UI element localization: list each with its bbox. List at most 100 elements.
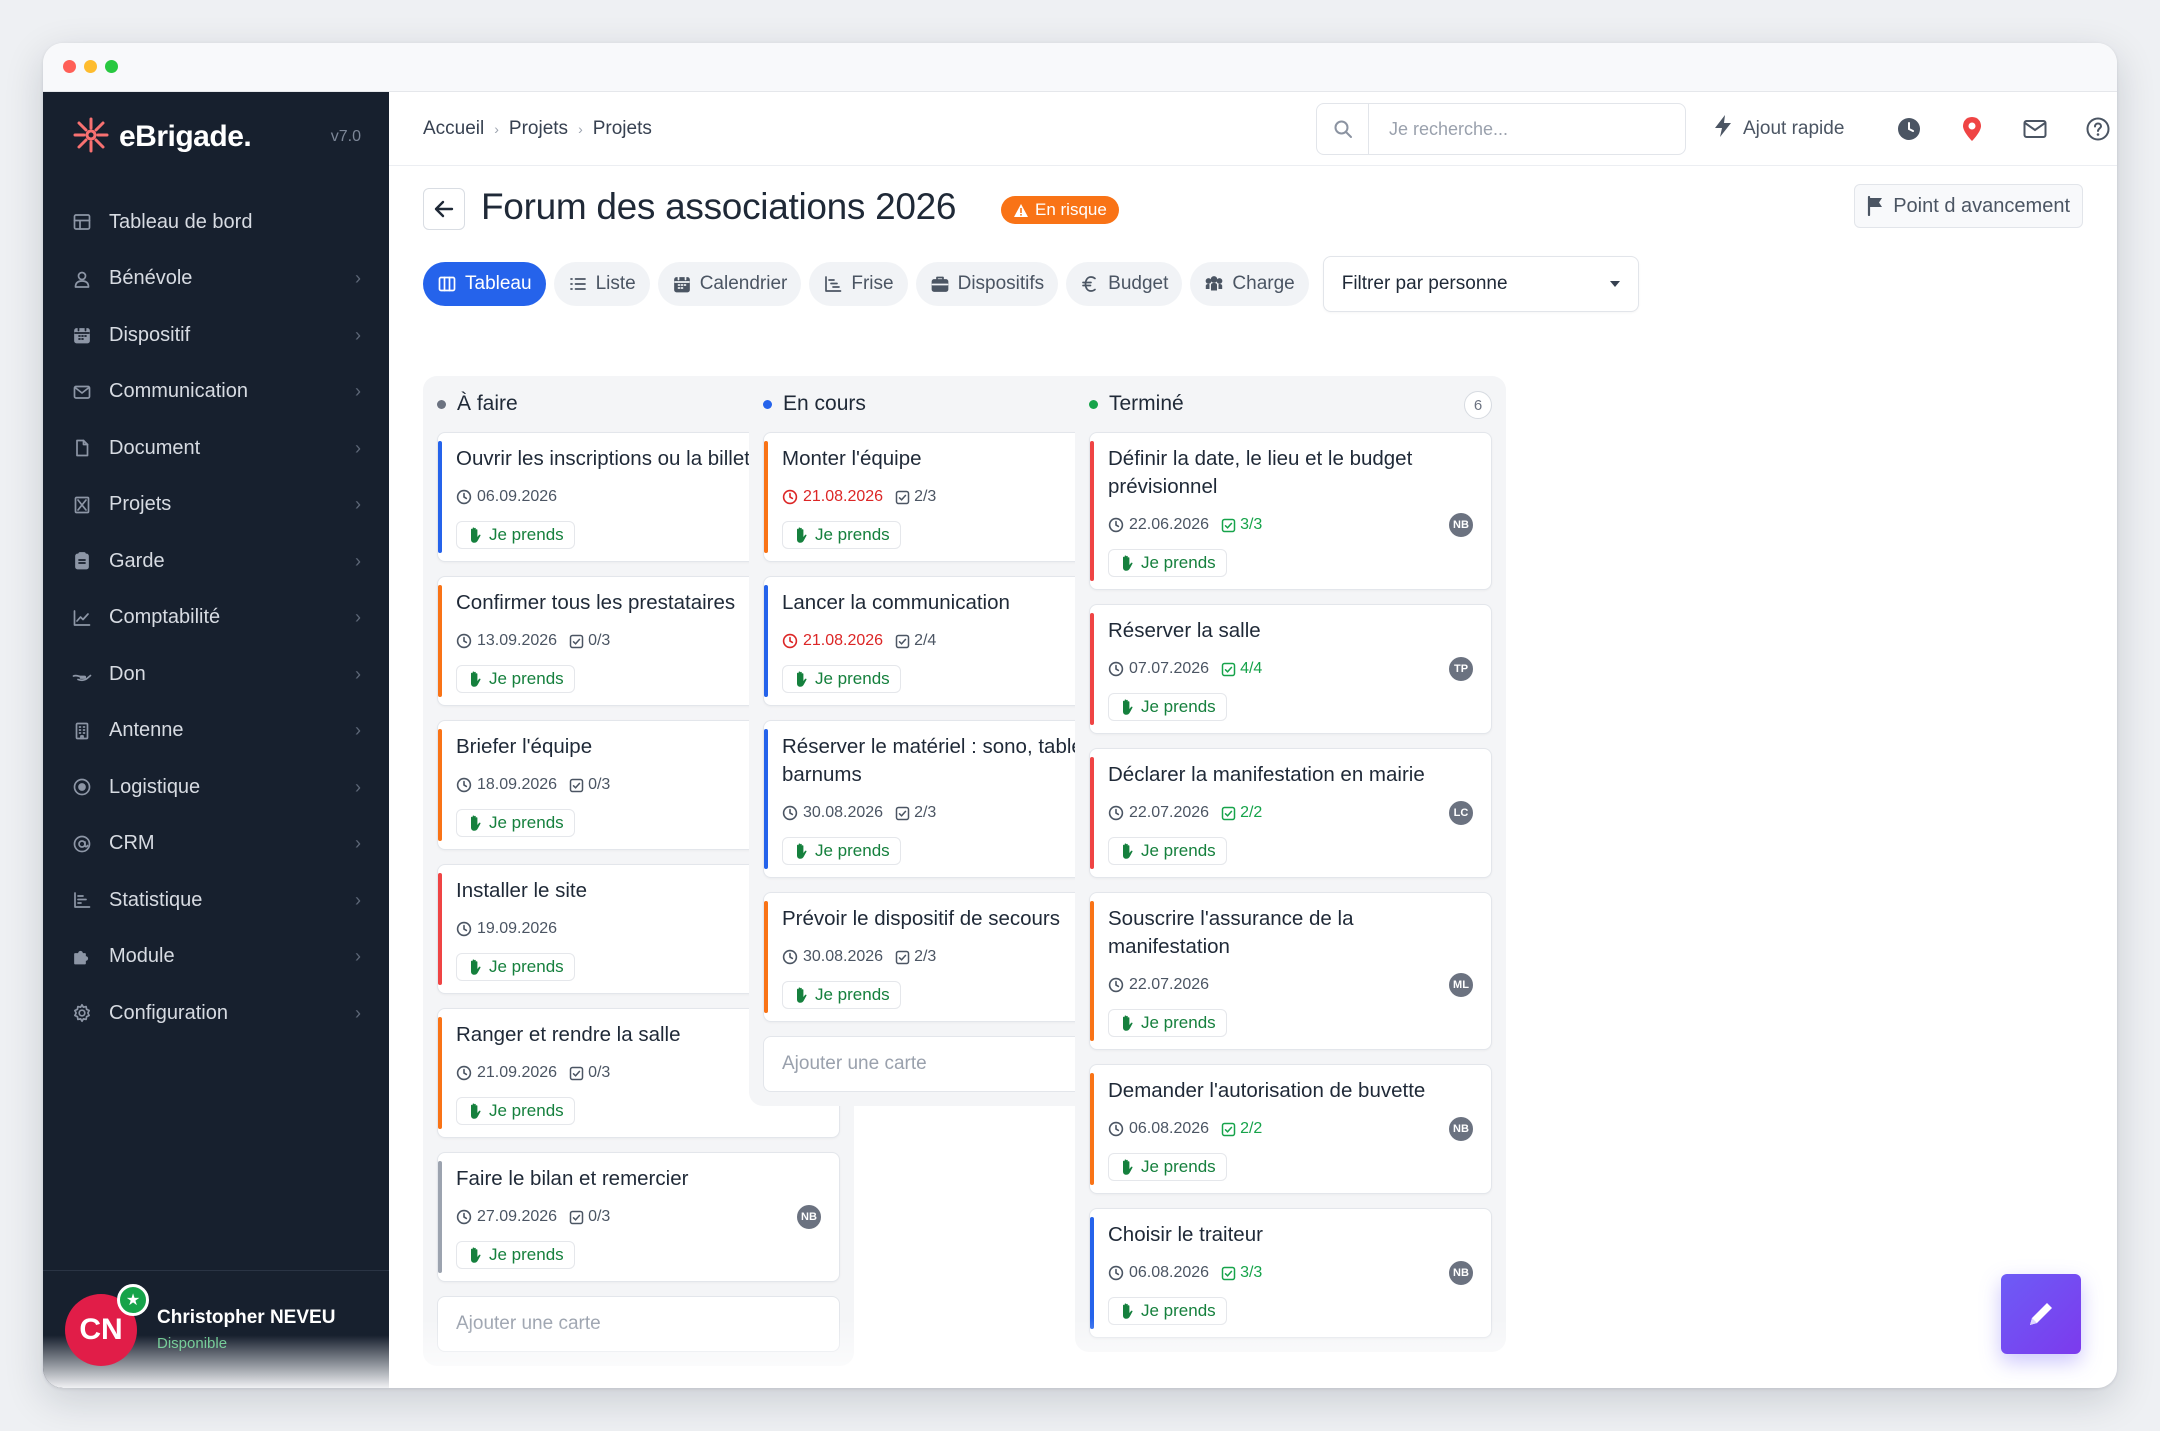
due-date: 13.09.2026 [456,632,557,650]
maximize-window-button[interactable] [105,60,118,73]
search-box[interactable] [1316,103,1686,155]
take-task-button[interactable]: Je prends [782,981,901,1009]
add-card-button[interactable]: Ajouter une carte [437,1296,840,1352]
clock-icon [782,949,798,965]
checkbox-icon [569,634,584,649]
take-task-button[interactable]: Je prends [456,953,575,981]
sidebar-item-don[interactable]: Don › [43,646,389,703]
close-window-button[interactable] [63,60,76,73]
snowflake-flower-icon [71,115,111,160]
take-task-button[interactable]: Je prends [456,1097,575,1125]
sidebar-item-module[interactable]: Module › [43,929,389,986]
breadcrumb-link[interactable]: Projets [593,118,652,140]
avatar[interactable]: ML [1447,971,1475,999]
due-date-text: 06.08.2026 [1129,1264,1210,1281]
take-task-button[interactable]: Je prends [456,665,575,693]
sidebar-item-garde[interactable]: Garde › [43,533,389,590]
tab-frise[interactable]: Frise [809,262,908,306]
mail-icon[interactable] [2018,112,2052,146]
minimize-window-button[interactable] [84,60,97,73]
search-icon[interactable] [1317,104,1369,154]
take-task-button[interactable]: Je prends [1108,837,1227,865]
sidebar-item-configuration[interactable]: Configuration › [43,985,389,1042]
sidebar-item-tableau-de-bord[interactable]: Tableau de bord [43,194,389,251]
sidebar-item-projets[interactable]: Projets › [43,477,389,534]
due-date: 18.09.2026 [456,776,557,794]
envelope-icon [71,381,93,403]
tab-tableau[interactable]: Tableau [423,262,546,306]
assignee-avatars: NB [795,1203,823,1231]
person-filter-select[interactable]: Filtrer par personne [1322,256,1639,312]
column-status-dot [763,399,772,409]
quick-add-button[interactable]: Ajout rapide [1713,114,1844,144]
search-input[interactable] [1369,118,1669,140]
take-task-button[interactable]: Je prends [1108,1009,1227,1037]
clock-icon [782,633,798,649]
card-title: Souscrire l'assurance de la manifestatio… [1108,907,1354,958]
avatar[interactable]: NB [795,1203,823,1231]
tab-liste[interactable]: Liste [553,262,650,306]
task-card[interactable]: Réserver la salle 07.07.2026 4/4 TP Je p… [1089,604,1492,734]
avatar[interactable]: LC [1447,799,1475,827]
avatar[interactable]: NB [1447,1115,1475,1143]
task-card[interactable]: Déclarer la manifestation en mairie 22.0… [1089,748,1492,878]
sidebar-item-benevole[interactable]: Bénévole › [43,251,389,308]
chevron-right-icon: › [355,833,361,854]
sidebar-item-antenne[interactable]: Antenne › [43,703,389,760]
tab-budget[interactable]: Budget [1066,262,1183,306]
clock-icon [782,805,798,821]
card-title: Définir la date, le lieu et le budget pr… [1108,447,1413,498]
take-task-button[interactable]: Je prends [1108,1297,1227,1325]
sidebar-item-document[interactable]: Document › [43,420,389,477]
tab-charge[interactable]: Charge [1190,262,1309,306]
avatar[interactable]: NB [1447,1259,1475,1287]
checklist-progress: 2/2 [1221,1120,1262,1138]
sidebar-item-communication[interactable]: Communication › [43,364,389,421]
avatar[interactable]: TP [1447,655,1475,683]
checklist-progress: 0/3 [569,1064,610,1082]
breadcrumb-link[interactable]: Accueil [423,118,484,140]
breadcrumb-link[interactable]: Projets [509,118,568,140]
sidebar-item-dispositif[interactable]: Dispositif › [43,307,389,364]
take-task-button[interactable]: Je prends [782,665,901,693]
edit-fab-button[interactable] [2001,1274,2081,1354]
task-card[interactable]: Faire le bilan et remercier 27.09.2026 0… [437,1152,840,1282]
task-card[interactable]: Demander l'autorisation de buvette 06.08… [1089,1064,1492,1194]
take-task-label: Je prends [1141,1301,1216,1320]
take-task-button[interactable]: Je prends [1108,549,1227,577]
take-task-button[interactable]: Je prends [782,521,901,549]
card-meta: 22.06.2026 3/3 NB [1108,511,1475,539]
take-task-button[interactable]: Je prends [456,809,575,837]
brand[interactable]: eBrigade. v7.0 [43,92,389,182]
assignee-avatars: TP [1447,655,1475,683]
help-circle-icon[interactable] [2081,112,2115,146]
take-task-button[interactable]: Je prends [1108,693,1227,721]
sidebar-item-comptabilite[interactable]: Comptabilité › [43,590,389,647]
sidebar-item-statistique[interactable]: Statistique › [43,872,389,929]
sidebar-item-label: Garde [109,549,165,572]
task-card[interactable]: Définir la date, le lieu et le budget pr… [1089,432,1492,590]
task-card[interactable]: Souscrire l'assurance de la manifestatio… [1089,892,1492,1050]
tab-dispositifs[interactable]: Dispositifs [915,262,1059,306]
sidebar-item-label: Configuration [109,1001,228,1024]
tab-calendrier[interactable]: Calendrier [657,262,802,306]
take-task-button[interactable]: Je prends [456,1241,575,1269]
column-count-badge: 6 [1464,391,1492,419]
progress-report-button[interactable]: Point d avancement [1854,184,2083,228]
avatar[interactable]: CN ★ [65,1283,149,1366]
back-button[interactable] [423,188,465,230]
take-task-button[interactable]: Je prends [456,521,575,549]
map-pin-icon[interactable] [1955,112,1989,146]
due-date-text: 21.09.2026 [477,1064,558,1081]
checklist-count: 2/2 [1240,1120,1263,1137]
user-panel[interactable]: CN ★ Christopher NEVEU Disponible [43,1270,389,1388]
due-date: 22.06.2026 [1108,516,1209,534]
clock-icon[interactable] [1892,112,1926,146]
take-task-button[interactable]: Je prends [782,837,901,865]
sidebar-item-logistique[interactable]: Logistique › [43,759,389,816]
task-card[interactable]: Choisir le traiteur 06.08.2026 3/3 NB Je… [1089,1208,1492,1338]
clock-icon [456,633,472,649]
take-task-button[interactable]: Je prends [1108,1153,1227,1181]
sidebar-item-crm[interactable]: CRM › [43,816,389,873]
avatar[interactable]: NB [1447,511,1475,539]
